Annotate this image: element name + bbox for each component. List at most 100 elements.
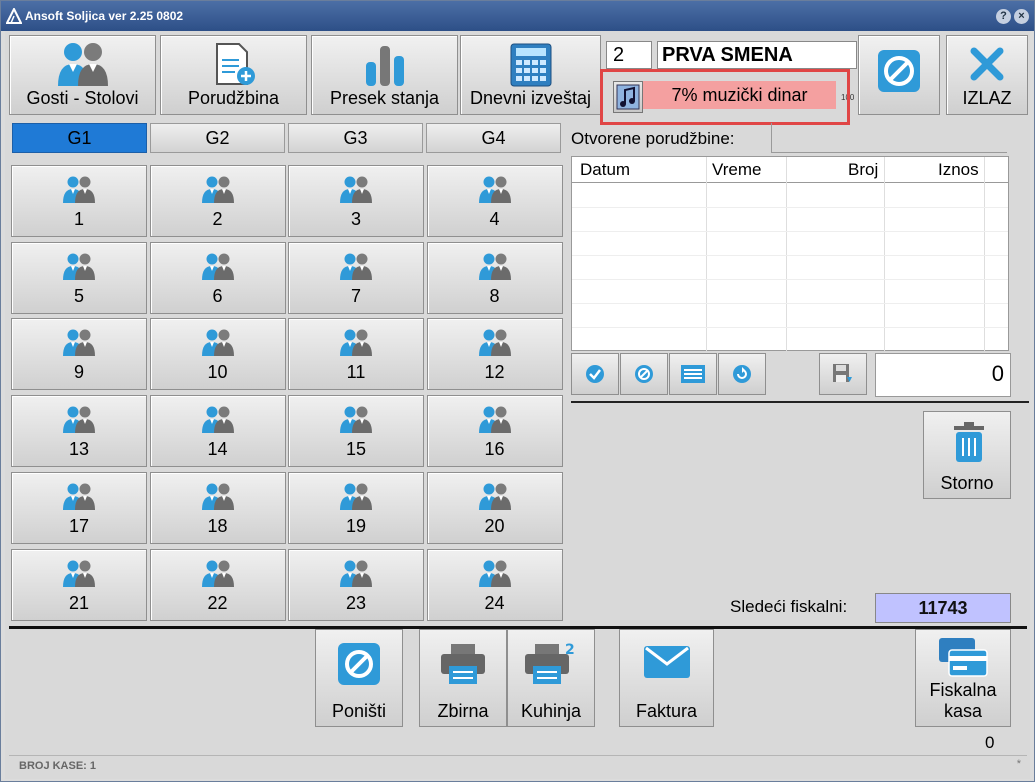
storno-button[interactable]: Storno	[923, 411, 1011, 499]
col-vreme[interactable]: Vreme	[712, 160, 761, 180]
table-number: 7	[350, 285, 361, 306]
table-button[interactable]: 4	[426, 165, 563, 237]
group-tab-g2[interactable]: G2	[150, 123, 285, 153]
table-number: 18	[207, 515, 228, 536]
table-button[interactable]: 9	[11, 318, 147, 391]
kitchen-print-button[interactable]: 2 Kuhinja	[507, 629, 595, 727]
table-button[interactable]: 7	[288, 241, 424, 314]
table-number: 11	[346, 362, 366, 383]
status-cut-label: Presek stanja	[329, 88, 440, 108]
table-button[interactable]: 16	[426, 395, 563, 468]
table-number: 1	[73, 209, 84, 229]
table-number: 4	[489, 209, 500, 229]
table-number: 6	[212, 285, 223, 306]
group-tab-g1[interactable]: G1	[12, 123, 147, 153]
storno-label: Storno	[940, 473, 994, 493]
table-button[interactable]: 12	[426, 318, 563, 391]
table-button[interactable]: 3	[288, 165, 424, 237]
cards-icon	[939, 638, 988, 677]
table-button[interactable]: 18	[149, 471, 286, 544]
people-icon	[201, 406, 235, 439]
table-button[interactable]: 17	[11, 471, 147, 544]
summary-print-button[interactable]: Zbirna	[419, 629, 507, 727]
app-window: Ansoft Soljica ver 2.25 0802 ? × Gosti -…	[0, 0, 1035, 782]
fiscal-register-button[interactable]: Fiskalna kasa	[915, 629, 1011, 727]
col-broj[interactable]: Broj	[848, 160, 878, 180]
trash-icon	[954, 422, 984, 462]
col-iznos[interactable]: Iznos	[938, 160, 979, 180]
people-icon	[62, 483, 96, 516]
table-button[interactable]: 15	[288, 395, 424, 468]
list-icon	[681, 365, 705, 383]
printer-icon	[441, 644, 485, 684]
row-gridline	[572, 279, 1008, 280]
next-fiscal-value: 11743	[875, 593, 1011, 623]
table-number: 23	[345, 592, 367, 613]
people-icon	[478, 329, 512, 362]
refresh-button[interactable]	[718, 353, 766, 395]
table-button[interactable]: 24	[426, 548, 563, 621]
exit-button[interactable]: IZLAZ	[946, 35, 1028, 115]
refresh-icon	[733, 365, 751, 383]
col-gridline	[884, 157, 885, 351]
table-button[interactable]: 14	[149, 395, 286, 468]
people-icon	[478, 483, 512, 516]
fiscal-register-label: Fiskalna kasa	[916, 680, 1010, 722]
block-icon	[338, 643, 380, 685]
status-cut-button[interactable]: Presek stanja	[311, 35, 458, 115]
guests-tables-label: Gosti - Stolovi	[26, 88, 139, 108]
people-icon	[478, 560, 512, 593]
table-button[interactable]: 13	[11, 395, 147, 468]
window-title: Ansoft Soljica ver 2.25 0802	[25, 9, 184, 23]
col-datum[interactable]: Datum	[580, 160, 630, 180]
group-tab-g4[interactable]: G4	[426, 123, 561, 153]
window-close-button[interactable]: ×	[1014, 9, 1029, 24]
col-gridline	[706, 157, 707, 351]
table-button[interactable]: 2	[149, 165, 286, 237]
save-button[interactable]	[819, 353, 867, 395]
add-document-icon	[215, 43, 255, 85]
orders-header-edge	[771, 123, 1007, 153]
table-button[interactable]: 23	[288, 548, 424, 621]
people-icon	[339, 176, 373, 209]
table-number: 5	[73, 285, 84, 306]
bar-chart-icon	[365, 46, 404, 86]
fiscal-register-line1: Fiskalna	[929, 680, 997, 700]
daily-report-button[interactable]: Dnevni izveštaj	[460, 35, 601, 115]
table-number: 20	[484, 515, 505, 536]
cancel-button[interactable]: Poništi	[315, 629, 403, 727]
check-icon	[586, 365, 604, 383]
table-number: 2	[212, 209, 223, 229]
cancel-order-button[interactable]	[620, 353, 668, 395]
table-button[interactable]: 11	[288, 318, 424, 391]
calculator-icon	[510, 43, 551, 87]
cancel-top-button[interactable]	[858, 35, 940, 115]
table-number: 12	[484, 362, 505, 383]
table-button[interactable]: 6	[149, 241, 286, 314]
table-button[interactable]: 1	[11, 165, 147, 237]
table-number: 13	[68, 439, 90, 460]
bottom-counter: 0	[985, 733, 995, 752]
highlight-box	[600, 69, 850, 125]
table-button[interactable]: 19	[288, 471, 424, 544]
table-button[interactable]: 5	[11, 241, 147, 314]
orders-grid-header: Datum Vreme Broj Iznos	[572, 157, 1008, 183]
title-bar: Ansoft Soljica ver 2.25 0802 ? ×	[1, 1, 1034, 31]
table-button[interactable]: 20	[426, 471, 563, 544]
help-button[interactable]: ?	[996, 9, 1011, 24]
group-tab-g3[interactable]: G3	[288, 123, 423, 153]
main-area: Gosti - Stolovi Porudžbina Presek stanja	[5, 31, 1030, 779]
invoice-button[interactable]: Faktura	[619, 629, 714, 727]
printer-2-icon: 2	[525, 642, 575, 684]
orders-grid[interactable]: Datum Vreme Broj Iznos	[571, 156, 1009, 351]
list-view-button[interactable]	[669, 353, 717, 395]
guests-tables-button[interactable]: Gosti - Stolovi	[9, 35, 156, 115]
table-button[interactable]: 8	[426, 241, 563, 314]
order-button[interactable]: Porudžbina	[160, 35, 307, 115]
table-button[interactable]: 22	[149, 548, 286, 621]
table-button[interactable]: 10	[149, 318, 286, 391]
table-number: 8	[489, 285, 500, 306]
svg-text:2: 2	[565, 642, 575, 658]
confirm-order-button[interactable]	[571, 353, 619, 395]
table-button[interactable]: 21	[11, 548, 147, 621]
